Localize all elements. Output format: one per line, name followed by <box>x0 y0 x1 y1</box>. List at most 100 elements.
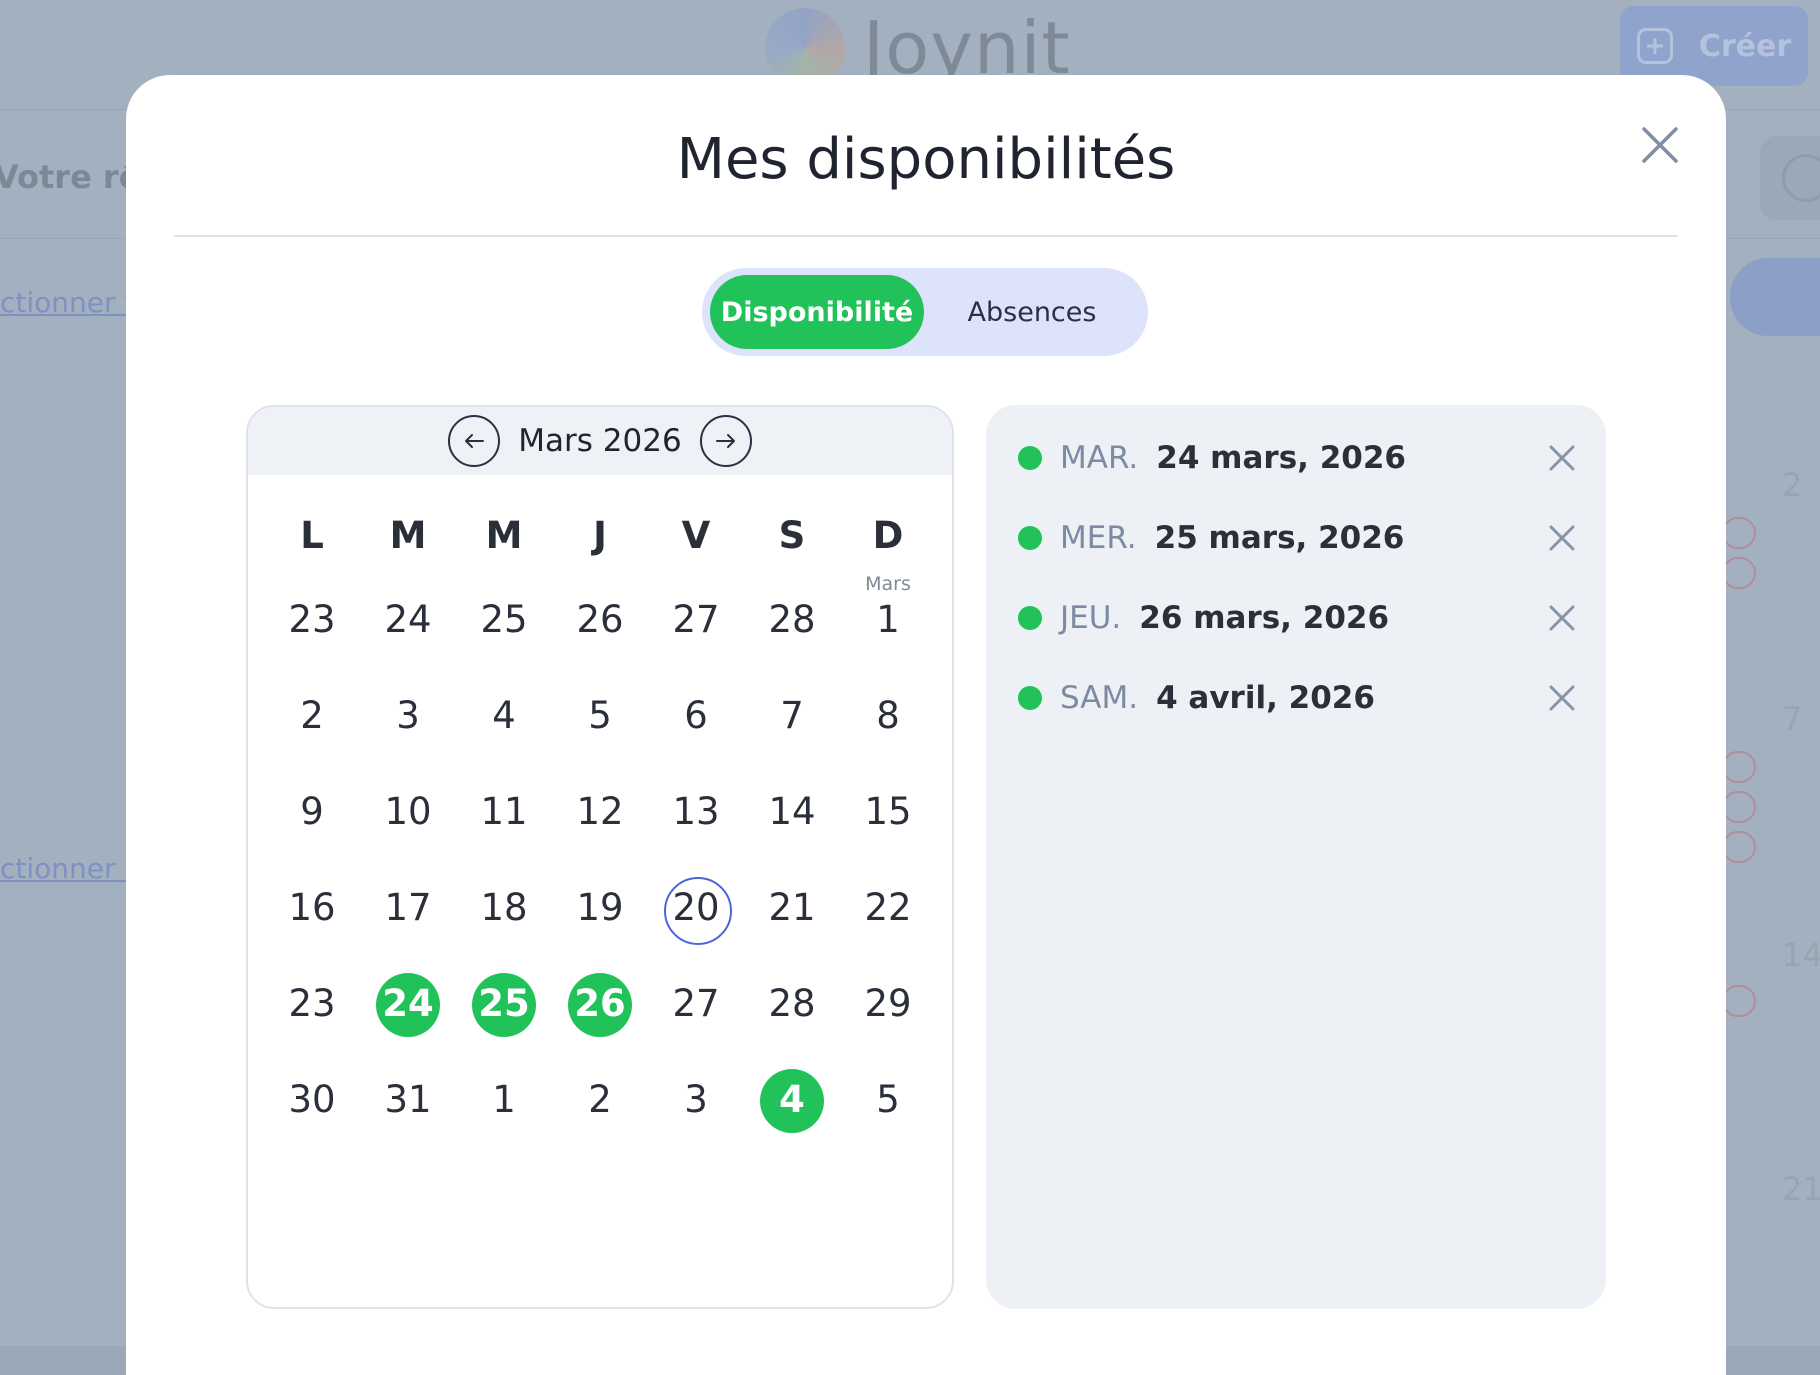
availability-day: MAR. <box>1060 440 1139 476</box>
calendar-day[interactable]: 14 <box>744 763 840 859</box>
calendar-day-selected[interactable]: 24 <box>360 955 456 1051</box>
calendar-day[interactable]: 7 <box>744 667 840 763</box>
calendar-day[interactable]: 11 <box>456 763 552 859</box>
calendar-day[interactable]: 26 <box>552 571 648 667</box>
weekday-label: L <box>300 513 324 557</box>
calendar-day[interactable]: 28 <box>744 571 840 667</box>
remove-icon[interactable] <box>1546 522 1578 554</box>
calendar-day[interactable]: 1 <box>456 1051 552 1147</box>
calendar-day[interactable]: 9 <box>264 763 360 859</box>
weekday-label: J <box>593 513 607 557</box>
modal-divider <box>174 235 1678 237</box>
remove-icon[interactable] <box>1546 682 1578 714</box>
calendar-day[interactable]: 22 <box>840 859 936 955</box>
status-dot-icon <box>1018 686 1042 710</box>
create-button[interactable]: Créer <box>1620 6 1808 86</box>
arrow-right-icon <box>715 434 735 448</box>
calendar-grid: L M M J V S D 23 24 25 26 27 28 Mars 1 2… <box>248 475 952 1147</box>
availability-day: SAM. <box>1060 680 1139 716</box>
toggle-outline <box>1722 557 1756 589</box>
remove-icon[interactable] <box>1546 442 1578 474</box>
plus-icon <box>1636 28 1673 64</box>
calendar-day[interactable]: 4 <box>456 667 552 763</box>
calendar-day-selected[interactable]: 25 <box>456 955 552 1051</box>
weekday-label: M <box>485 513 523 557</box>
calendar-day-selected[interactable]: 26 <box>552 955 648 1051</box>
filter-pill[interactable] <box>1730 258 1820 336</box>
calendar-day[interactable]: 13 <box>648 763 744 859</box>
toggle-outline <box>1722 517 1756 549</box>
availability-day: MER. <box>1060 520 1137 556</box>
calendar-day[interactable]: 5 <box>840 1051 936 1147</box>
weekday-label: M <box>389 513 427 557</box>
availability-item: MER. 25 mars, 2026 <box>1018 513 1578 563</box>
arrow-left-icon <box>465 434 485 448</box>
availability-modal: Mes disponibilités Disponibilité Absence… <box>126 75 1726 1375</box>
calendar-day[interactable]: 6 <box>648 667 744 763</box>
calendar-day[interactable]: 8 <box>840 667 936 763</box>
calendar-day[interactable]: 2 <box>264 667 360 763</box>
toggle-outline <box>1722 831 1756 863</box>
modal-title: Mes disponibilités <box>676 127 1176 192</box>
previous-month-button[interactable] <box>448 415 501 467</box>
calendar-week: 2 3 4 5 6 7 8 <box>248 667 952 763</box>
calendar-day[interactable]: 25 <box>456 571 552 667</box>
availability-date: 24 mars, 2026 <box>1156 440 1406 476</box>
calendar-day[interactable]: 23 <box>264 571 360 667</box>
remove-icon[interactable] <box>1546 602 1578 634</box>
calendar-day[interactable]: 30 <box>264 1051 360 1147</box>
calendar-day[interactable]: 27 <box>648 571 744 667</box>
calendar-week: 23 24 25 26 27 28 Mars 1 <box>248 571 952 667</box>
side-number: 21 <box>1782 1170 1820 1208</box>
close-icon[interactable] <box>1638 123 1682 167</box>
calendar-header: Mars 2026 <box>248 407 952 475</box>
calendar-day[interactable]: 15 <box>840 763 936 859</box>
calendar-day[interactable]: 31 <box>360 1051 456 1147</box>
tab-disponibilite[interactable]: Disponibilité <box>710 275 924 349</box>
calendar-day-selected[interactable]: 4 <box>744 1051 840 1147</box>
calendar-day[interactable]: Mars 1 <box>840 571 936 667</box>
calendar-day[interactable]: 18 <box>456 859 552 955</box>
calendar-day[interactable]: 27 <box>648 955 744 1051</box>
calendar-day[interactable]: 10 <box>360 763 456 859</box>
calendar-day[interactable]: 23 <box>264 955 360 1051</box>
availability-item: SAM. 4 avril, 2026 <box>1018 673 1578 723</box>
side-number: 14 <box>1782 936 1820 974</box>
calendar-day[interactable]: 17 <box>360 859 456 955</box>
weekday-label: D <box>872 513 904 557</box>
calendar-day[interactable]: 28 <box>744 955 840 1051</box>
availability-item: MAR. 24 mars, 2026 <box>1018 433 1578 483</box>
toggle-outline <box>1722 791 1756 823</box>
calendar-day[interactable]: 16 <box>264 859 360 955</box>
calendar-day[interactable]: 12 <box>552 763 648 859</box>
calendar-day[interactable]: 19 <box>552 859 648 955</box>
toggle-outline <box>1722 751 1756 783</box>
tab-absences[interactable]: Absences <box>924 275 1140 349</box>
status-dot-icon <box>1018 606 1042 630</box>
calendar-day[interactable]: 2 <box>552 1051 648 1147</box>
availability-date: 25 mars, 2026 <box>1154 520 1405 556</box>
calendar-week: 23 24 25 26 27 28 29 <box>248 955 952 1051</box>
weekday-label: V <box>681 513 711 557</box>
calendar-day-today[interactable]: 20 <box>648 859 744 955</box>
toggle-outline <box>1722 985 1756 1017</box>
side-number: 2 <box>1782 466 1803 504</box>
status-dot-icon <box>1018 446 1042 470</box>
calendar-week: 30 31 1 2 3 4 5 <box>248 1051 952 1147</box>
side-number: 7 <box>1782 700 1803 738</box>
availability-date: 26 mars, 2026 <box>1139 600 1390 636</box>
calendar-day[interactable]: 29 <box>840 955 936 1051</box>
tools-button[interactable] <box>1760 136 1820 220</box>
calendar-day[interactable]: 5 <box>552 667 648 763</box>
check-icon <box>1782 154 1820 202</box>
month-start-tag: Mars <box>865 573 911 595</box>
calendar-day[interactable]: 3 <box>648 1051 744 1147</box>
calendar-day[interactable]: 21 <box>744 859 840 955</box>
calendar-week: 9 10 11 12 13 14 15 <box>248 763 952 859</box>
calendar: Mars 2026 L M M J V S D 23 24 25 26 27 2… <box>246 405 954 1309</box>
weekday-label: S <box>778 513 806 557</box>
next-month-button[interactable] <box>699 415 752 467</box>
calendar-day[interactable]: 3 <box>360 667 456 763</box>
availability-item: JEU. 26 mars, 2026 <box>1018 593 1578 643</box>
calendar-day[interactable]: 24 <box>360 571 456 667</box>
